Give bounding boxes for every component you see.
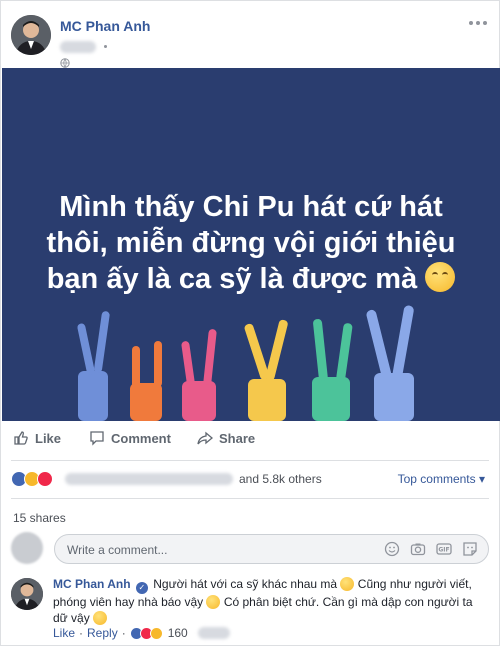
reactions-others[interactable]: and 5.8k others <box>239 472 322 486</box>
comment-reaction-count: 160 <box>167 626 188 640</box>
rock-hands-illustration <box>77 305 414 421</box>
post-header: MC Phan Anh <box>11 13 491 69</box>
viewer-avatar <box>11 532 43 564</box>
composer-icons: GIF <box>384 541 478 557</box>
emoji-icon[interactable] <box>384 541 400 557</box>
comment-footer: Like · Reply · 160 <box>53 626 230 640</box>
comment-placeholder: Write a comment... <box>67 543 168 557</box>
post-image[interactable]: Mình thấy Chi Pu hát cứ hát thôi, miễn đ… <box>2 68 500 421</box>
commenter-name[interactable]: MC Phan Anh <box>53 577 131 591</box>
love-icon <box>37 471 53 487</box>
smiling-face-icon <box>425 262 456 292</box>
reactors-blurred <box>65 473 233 485</box>
timestamp-blurred <box>60 40 96 53</box>
comment-label: Comment <box>111 430 171 446</box>
hero-line-1: Mình thấy Chi Pu hát cứ hát <box>59 191 443 223</box>
meta-dot <box>104 45 108 49</box>
footer-dot: · <box>121 626 126 640</box>
hero-line-2: thôi, miễn đừng vội giới thiệu <box>46 227 456 259</box>
camera-icon[interactable] <box>410 541 426 557</box>
smiling-face-icon <box>93 611 108 625</box>
sticker-icon[interactable] <box>462 541 478 557</box>
shares-count[interactable]: 15 shares <box>13 511 66 525</box>
comment-text-1: Người hát với ca sỹ khác nhau mà <box>153 577 338 591</box>
reactions-bar: and 5.8k others Top comments ▾ <box>11 468 491 490</box>
comment-input[interactable]: Write a comment... GIF <box>54 534 489 564</box>
gif-icon[interactable]: GIF <box>436 541 452 557</box>
like-button[interactable]: Like <box>13 430 61 446</box>
comment-body: MC Phan Anh ✓ Người hát với ca sỹ khác n… <box>53 576 488 626</box>
comment-button[interactable]: Comment <box>89 430 171 446</box>
post-options-icon[interactable] <box>469 21 487 27</box>
comment-composer: Write a comment... GIF <box>11 532 491 566</box>
author-name[interactable]: MC Phan Anh <box>60 18 150 34</box>
author-avatar[interactable] <box>11 15 51 55</box>
comment-time-blurred <box>197 627 230 639</box>
like-label: Like <box>35 430 62 446</box>
post-image-text: Mình thấy Chi Pu hát cứ hát thôi, miễn đ… <box>2 189 500 297</box>
comment-icon <box>90 431 104 446</box>
verified-icon: ✓ <box>135 582 148 594</box>
thumbs-up-icon <box>14 431 28 445</box>
share-label: Share <box>219 430 256 446</box>
divider <box>11 460 489 461</box>
post-meta <box>60 38 120 69</box>
laughing-face-icon <box>206 595 221 609</box>
comment-like-link[interactable]: Like <box>53 626 75 640</box>
comment-reply-link[interactable]: Reply <box>87 626 118 640</box>
footer-dot: · <box>79 626 84 640</box>
post-card: MC Phan Anh Mình thấy Chi Pu hát cứ hát … <box>0 0 500 646</box>
divider <box>11 498 489 499</box>
comment-reaction-icons[interactable] <box>129 626 163 640</box>
top-comments-dropdown[interactable]: Top comments ▾ <box>398 472 485 486</box>
haha-icon <box>149 626 163 640</box>
share-icon <box>197 431 213 445</box>
share-button[interactable]: Share <box>197 430 255 446</box>
post-actions: Like Comment Share <box>11 426 491 456</box>
commenter-avatar[interactable] <box>11 578 43 610</box>
hero-line-3: bạn ấy là ca sỹ là được mà <box>2 261 500 297</box>
reaction-icons[interactable] <box>11 471 53 487</box>
comment-item: MC Phan Anh ✓ Người hát với ca sỹ khác n… <box>11 576 491 646</box>
svg-text:GIF: GIF <box>438 547 449 554</box>
smiling-face-icon <box>340 577 355 591</box>
